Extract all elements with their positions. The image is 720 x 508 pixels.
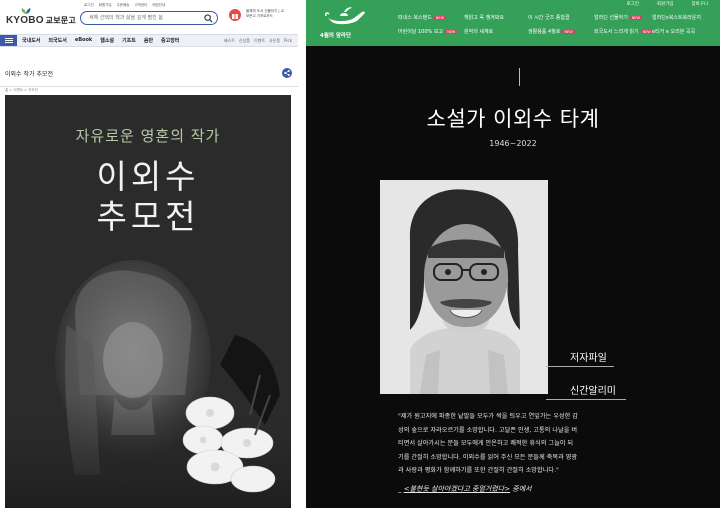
quote-line: 성의 숲으로 자라오르기를 소망합니다. 고달픈 인생, 고통의 나날을 버 [398, 426, 578, 434]
nav-right-item[interactable]: 신상품 [239, 38, 250, 44]
top-link[interactable]: 매장안내 [152, 3, 165, 8]
menu-item[interactable]: 생활용품 4월호 NEW [528, 28, 575, 35]
memorial-title: 소설가 이외수 타계 [426, 107, 600, 131]
new-badge: NEW [629, 15, 643, 20]
nav-right-item[interactable]: Pick [284, 38, 292, 44]
search-input[interactable] [89, 14, 199, 22]
quote-line: 과 사랑과 평화가 함께하기를 또한 간절히 간절히 소망합니다." [398, 467, 559, 474]
menu-item[interactable]: 따내스 북스탠드 NEW [398, 14, 447, 21]
aladin-panel: 4월의 앞라단 로그인 회원가입 장바구니 따내스 북스탠드 NEW 책읽고 꼭 … [306, 0, 720, 508]
poster-subtitle: 자유로운 영혼의 작가 [75, 127, 221, 145]
memorial-poster: 자유로운 영혼의 작가 이외수 추모전 [5, 95, 291, 508]
nav-item[interactable]: 외국도서 [48, 37, 66, 44]
nav-item[interactable]: 중고장터 [161, 37, 179, 44]
menu-item[interactable]: 어린이날 100% 보고 NEW [398, 28, 458, 35]
poster-title: 이외수 추모전 [5, 157, 291, 237]
author-quote: "제가 원고지에 파종한 낱말들 모두가 싹을 틔우고 연잎가는 우성한 감 성… [398, 410, 698, 478]
page-title: 이외수 작가 추모전 [5, 71, 53, 78]
top-links: 로그인 회원가입 주문배송 고객센터 매장안내 [84, 3, 165, 8]
quote-line: 티면서 살아가시는 분들 모두에게 안온하고 쾌적한 휴식의 그늘이 되 [398, 440, 574, 447]
kyobo-logo[interactable]: KYOBO 교보문고 [6, 8, 76, 26]
gift-icon [229, 9, 241, 21]
menu-item[interactable]: 이 시간 굿즈 종합쿱 [528, 14, 570, 21]
cart-link[interactable]: 장바구니 [691, 1, 708, 7]
login-link[interactable]: 로그인 [626, 1, 638, 7]
new-badge: NEW [433, 15, 447, 20]
poster-title-line: 이외수 [96, 157, 200, 196]
brand-name: 4월의 앞라단 [320, 33, 352, 39]
aladin-header: 4월의 앞라단 로그인 회원가입 장바구니 따내스 북스탠드 NEW 책읽고 꼭 … [306, 0, 720, 46]
top-link[interactable]: 로그인 [84, 3, 94, 8]
magic-lamp-icon [325, 7, 365, 25]
logo-text: KYOBO [6, 15, 44, 26]
menu-item[interactable]: 얼라딘x북스트북라운지 [652, 14, 701, 21]
aladin-logo[interactable]: 4월의 앞라단 [316, 4, 376, 42]
nav-item[interactable]: 기프트 [122, 37, 136, 44]
main-nav: 국내도서 외국도서 eBook 웹소설 기프트 음반 중고장터 베스트 신상품 … [0, 34, 298, 47]
share-icon[interactable] [282, 68, 292, 78]
new-book-alert-link[interactable]: 신간알리미 [570, 382, 616, 397]
leaf-icon [21, 8, 31, 14]
poster-title-line: 추모전 [96, 197, 200, 236]
menu-item[interactable]: 얼라딘 선물하기 NEW [594, 14, 643, 21]
life-years: 1946~2022 [489, 139, 537, 148]
nav-right-item[interactable]: 베스트 [224, 38, 235, 44]
nav-item[interactable]: 웹소설 [100, 37, 114, 44]
link-underline [546, 399, 626, 400]
kyobo-panel: KYOBO교보문고 로그인 회원가입 주문배송 고객센터 매장안내 올해의 도서… [0, 0, 298, 508]
menu-item[interactable]: 책읽고 꼭 챙겨봐요 [464, 14, 504, 21]
nav-right-item[interactable]: 사은품 [269, 38, 280, 44]
new-badge: NEW [562, 29, 575, 34]
nav-item[interactable]: 국내도서 [22, 37, 40, 44]
top-link[interactable]: 고객센터 [134, 3, 147, 8]
kyobo-header: KYOBO교보문고 로그인 회원가입 주문배송 고객센터 매장안내 올해의 도서… [0, 0, 298, 34]
new-badge: NEW [445, 29, 458, 34]
menu-item[interactable]: 외국도서 느리게 읽기 NEW [594, 28, 653, 35]
promo-banner[interactable]: 올해의 도서 선물하기 | 교보문고 기프트카드 [228, 8, 284, 26]
top-link[interactable]: 회원가입 [99, 3, 112, 8]
page-header: 이외수 작가 추모전 [0, 61, 298, 87]
source-book-link[interactable]: <불현듯 살아야겠다고 중얼거렸다> [404, 485, 510, 493]
search-box [80, 11, 218, 25]
signup-link[interactable]: 회원가입 [657, 1, 674, 7]
utility-links: 로그인 회원가입 장바구니 [626, 1, 708, 7]
author-file-link[interactable]: 저자파일 [570, 349, 607, 364]
quote-line: 기를 간절히 소망합니다. 이외수를 읽어 주신 모든 분들께 축복과 영광 [398, 453, 578, 461]
nav-item[interactable]: 음반 [144, 37, 153, 44]
event-menu: 따내스 북스탠드 NEW 책읽고 꼭 챙겨봐요 이 시간 굿즈 종합쿱 얼라딘 선… [394, 14, 714, 42]
divider-line [519, 68, 520, 86]
nav-right-item[interactable]: 이벤트 [254, 38, 265, 44]
link-underline [546, 366, 614, 367]
hamburger-icon[interactable] [0, 35, 17, 46]
menu-item[interactable]: e티거 e 오리본 곡곡 [652, 28, 695, 35]
search-icon[interactable] [204, 14, 213, 23]
logo-korean: 교보문고 [45, 16, 76, 25]
menu-item[interactable]: 원작의 세계로 [464, 28, 493, 35]
nav-item[interactable]: eBook [75, 37, 92, 44]
breadcrumb: 홈 > 이벤트 > 추모전 [5, 88, 38, 92]
top-link[interactable]: 주문배송 [117, 3, 130, 8]
author-photo [380, 180, 548, 394]
quote-line: "제가 원고지에 파종한 낱말들 모두가 싹을 틔우고 연잎가는 우성한 감 [398, 413, 578, 420]
promo-text: 올해의 도서 선물하기 | 교보문고 기프트카드 [246, 9, 284, 18]
quote-source: _ <불현듯 살아야겠다고 중얼거렸다> 중에서 [398, 485, 532, 493]
